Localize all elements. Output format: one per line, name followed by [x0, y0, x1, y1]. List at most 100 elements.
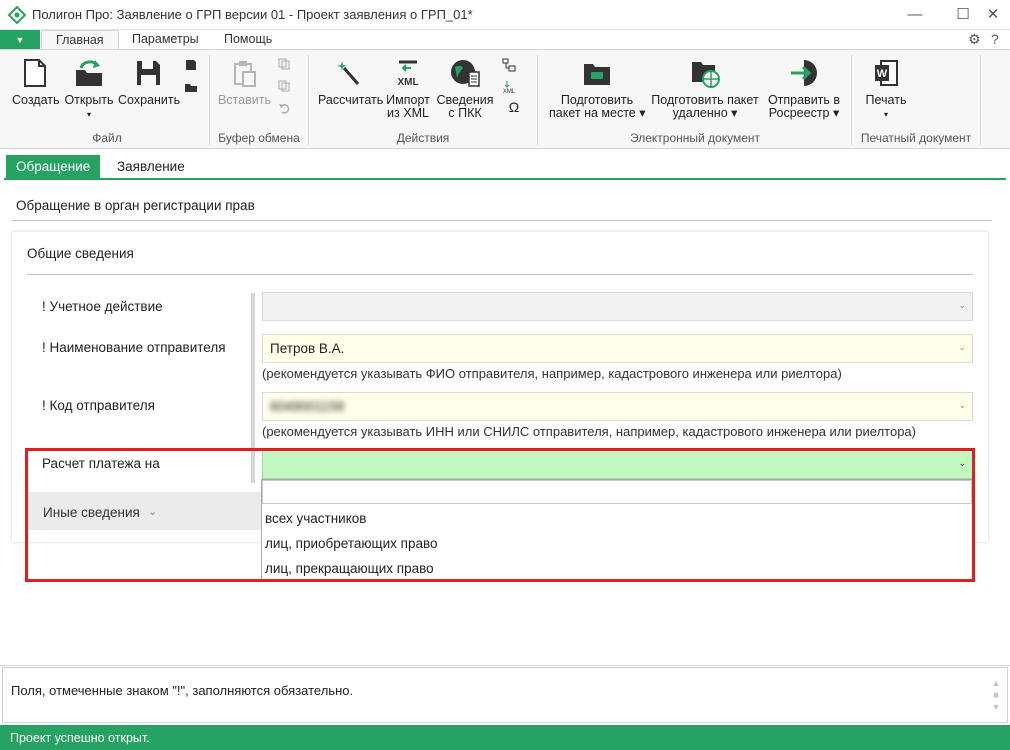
sender-code-value: 6049001158 — [270, 399, 345, 414]
word-document-icon: W — [875, 60, 898, 86]
action-select[interactable]: ⌄ — [262, 292, 973, 321]
send-label-2: Росреестр — [768, 106, 830, 120]
pkk-info-button[interactable]: Сведения с ПКК — [436, 58, 494, 120]
info-panel-scrollbar[interactable]: ▲ ■ ▼ — [988, 677, 1004, 717]
prepare-remote-label-1: Подготовить пакет — [651, 93, 759, 107]
sender-code-label: ! Код отправителя — [42, 398, 155, 413]
send-label-1: Отправить в — [767, 93, 841, 107]
file-group-label: Файл — [92, 131, 122, 145]
prepare-local-dropdown-arrow: ▾ — [639, 106, 646, 120]
magic-wand-icon — [337, 61, 360, 85]
import-xml-label-1: Импорт — [386, 93, 430, 107]
calculate-label: Рассчитать — [318, 93, 384, 107]
send-to-rosreestr-button[interactable]: Отправить в Росреестр ▾ — [765, 58, 843, 120]
omega-icon: Ω — [508, 99, 520, 115]
maximize-button[interactable]: ☐ — [946, 0, 980, 30]
sender-name-hint: (рекомендуется указывать ФИО отправителя… — [262, 366, 842, 381]
card-title: Общие сведения — [27, 246, 134, 261]
new-document-icon — [24, 59, 46, 87]
save-label: Сохранить — [118, 93, 181, 107]
minimize-button[interactable]: — — [898, 0, 932, 30]
prepare-remote-label-2: удаленно — [672, 106, 728, 120]
paste-button[interactable]: Вставить — [218, 58, 271, 107]
chevron-down-icon: ⌄ — [958, 342, 966, 352]
required-fields-note: Поля, отмеченные знаком "!", заполняются… — [11, 683, 354, 698]
close-button[interactable]: ✕ — [976, 0, 1010, 30]
ribbon-separator — [308, 55, 309, 145]
undo-icon[interactable] — [278, 102, 290, 114]
status-bar — [0, 725, 1010, 750]
divider — [27, 274, 973, 275]
divider — [12, 220, 992, 221]
import-xml-label-2: из XML — [387, 106, 429, 120]
tab-underline — [4, 178, 1006, 180]
save-as-icon[interactable] — [184, 58, 198, 72]
ribbon-separator — [209, 55, 210, 145]
chevron-down-icon: ⌄ — [958, 400, 966, 410]
open-button[interactable]: Открыть ▾ — [63, 58, 115, 121]
highlight-frame — [25, 448, 975, 582]
clipboard-group-label: Буфер обмена — [218, 131, 300, 145]
folder-usb-icon — [584, 64, 610, 85]
pkk-info-label-2: с ПКК — [448, 106, 482, 120]
section-title: Обращение в орган регистрации прав — [16, 198, 255, 213]
send-dropdown-arrow: ▾ — [832, 106, 840, 120]
open-folder-icon — [76, 60, 102, 86]
open-dropdown-arrow: ▾ — [86, 110, 91, 119]
open-label: Открыть — [64, 93, 114, 107]
folder-globe-icon — [692, 62, 720, 88]
tab-help[interactable]: Помощь — [210, 30, 286, 50]
sender-code-select[interactable]: 6049001158 ⌄ — [262, 392, 973, 421]
copy-icon[interactable] — [278, 58, 290, 70]
gear-icon[interactable]: ⚙ — [968, 31, 981, 48]
chevron-down-icon: ⌄ — [958, 300, 966, 310]
layers-icon[interactable] — [502, 58, 516, 72]
special-chars-button[interactable]: Ω — [502, 99, 526, 115]
app-logo-icon — [8, 6, 26, 24]
sender-code-hint: (рекомендуется указывать ИНН или СНИЛС о… — [262, 424, 916, 439]
ribbon-separator — [851, 55, 852, 145]
sender-name-label: ! Наименование отправителя — [42, 340, 226, 355]
app-menu-button[interactable]: ▼ — [0, 30, 40, 50]
xml-export-icon[interactable]: XML — [502, 80, 516, 94]
tab-request[interactable]: Обращение — [6, 155, 101, 179]
paste-label: Вставить — [218, 93, 271, 107]
prepare-local-label-2: пакет на месте — [549, 106, 636, 120]
svg-text:XML: XML — [397, 77, 418, 88]
window-title: Полигон Про: Заявление о ГРП версии 01 -… — [32, 7, 473, 22]
ribbon-separator — [537, 55, 538, 145]
svg-text:W: W — [877, 68, 888, 80]
sender-name-value: Петров В.А. — [270, 341, 345, 356]
import-xml-icon: XML — [397, 60, 419, 88]
tab-parameters[interactable]: Параметры — [118, 30, 213, 50]
prepare-local-label-1: Подготовить — [560, 93, 634, 107]
help-icon[interactable]: ? — [991, 31, 999, 47]
status-text: Проект успешно открыт. — [10, 731, 150, 745]
calculate-button[interactable]: Рассчитать — [318, 58, 384, 107]
print-label: Печать — [865, 93, 907, 107]
prepare-remote-dropdown-arrow: ▾ — [731, 106, 738, 120]
folder-icon[interactable] — [184, 80, 198, 94]
print-button[interactable]: W Печать ▾ — [860, 58, 912, 121]
send-icon — [791, 60, 817, 86]
tab-application[interactable]: Заявление — [107, 155, 195, 179]
svg-text:XML: XML — [503, 89, 516, 94]
create-button[interactable]: Создать — [12, 58, 60, 107]
tab-main[interactable]: Главная — [41, 30, 119, 50]
pkk-info-label-1: Сведения — [436, 93, 494, 107]
globe-icon — [451, 60, 480, 87]
actions-group-label: Действия — [396, 131, 450, 145]
save-disk-icon — [137, 61, 160, 85]
prepare-package-remote-button[interactable]: Подготовить пакет удаленно ▾ — [649, 58, 761, 120]
ribbon-separator — [980, 55, 981, 145]
prepare-package-local-button[interactable]: Подготовить пакет на месте ▾ — [549, 58, 646, 120]
save-button[interactable]: Сохранить — [118, 58, 181, 107]
edoc-group-label: Электронный документ — [629, 131, 761, 145]
cut-icon[interactable] — [278, 80, 290, 92]
import-xml-button[interactable]: XML Импорт из XML — [383, 58, 433, 120]
create-label: Создать — [12, 93, 60, 107]
sender-name-select[interactable]: Петров В.А. ⌄ — [262, 334, 973, 363]
action-label: ! Учетное действие — [42, 299, 163, 314]
print-dropdown-arrow: ▾ — [883, 110, 888, 119]
print-group-label: Печатный документ — [860, 131, 972, 145]
